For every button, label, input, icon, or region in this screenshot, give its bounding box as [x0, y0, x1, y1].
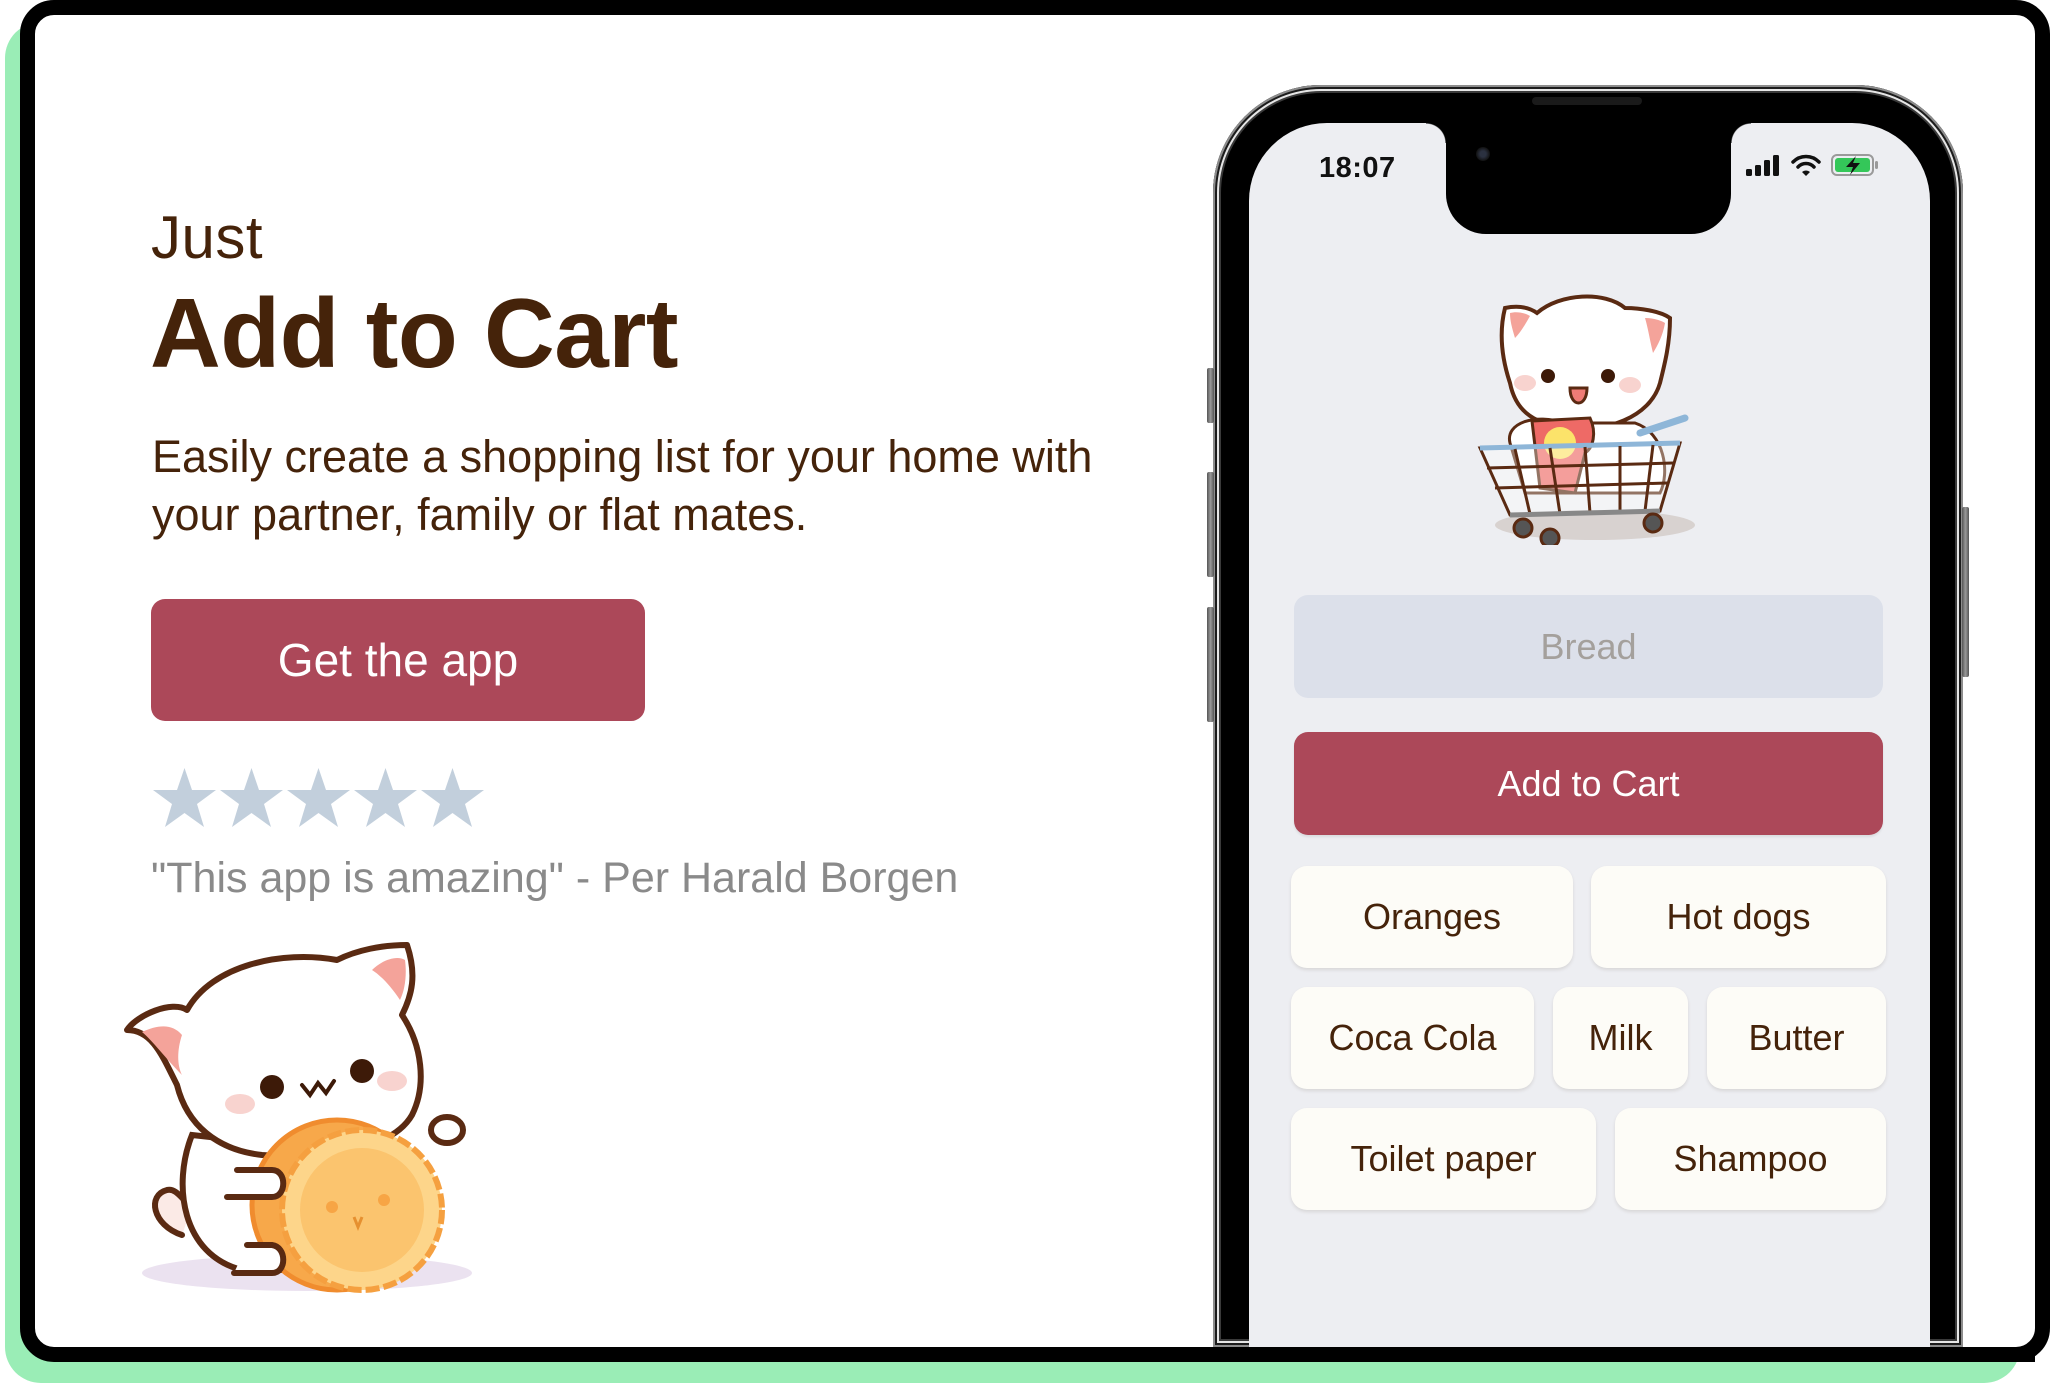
star-icon [220, 768, 283, 827]
cat-mooncake-illustration [124, 942, 472, 1293]
cat-cart-illustration [1477, 294, 1695, 545]
testimonial-quote: "This app is amazing" - Per Harald Borge… [151, 854, 959, 902]
shopping-cart [1477, 440, 1683, 518]
volume-down-button [1207, 607, 1214, 722]
star-icon [153, 768, 216, 827]
item-chip-toilet-paper[interactable]: Toilet paper [1291, 1108, 1596, 1210]
item-chip-hot-dogs[interactable]: Hot dogs [1591, 866, 1886, 968]
frame-bottom-edge [1100, 1362, 2035, 1388]
mute-switch [1207, 368, 1214, 423]
item-chip-oranges[interactable]: Oranges [1291, 866, 1573, 968]
get-the-app-button[interactable]: Get the app [151, 599, 645, 721]
cart-wheel [1642, 512, 1664, 534]
star-icon [421, 768, 484, 827]
cart-wheel [1512, 517, 1534, 539]
wifi-icon [1791, 154, 1821, 176]
hero-title: Add to Cart [150, 278, 679, 388]
mooncake-center [300, 1148, 424, 1272]
power-button [1962, 507, 1969, 677]
status-time: 18:07 [1319, 152, 1396, 184]
rating-stars [151, 766, 486, 828]
add-to-cart-button[interactable]: Add to Cart [1294, 732, 1883, 835]
star-icon [354, 768, 417, 827]
item-chip-shampoo[interactable]: Shampoo [1615, 1108, 1886, 1210]
cellular-signal-icon [1746, 154, 1779, 176]
hero-description: Easily create a shopping list for your h… [152, 431, 1093, 540]
item-chip-milk[interactable]: Milk [1553, 987, 1688, 1089]
cat-blush-left [1514, 375, 1536, 391]
star-icon [287, 768, 350, 827]
notch [1426, 123, 1751, 234]
cat-eye-left [1541, 369, 1555, 383]
cat-eye-right [350, 1059, 374, 1083]
cat-mouth [1568, 386, 1589, 405]
status-icons [1746, 154, 1879, 176]
item-chip-butter[interactable]: Butter [1707, 987, 1886, 1089]
item-chip-coca-cola[interactable]: Coca Cola [1291, 987, 1534, 1089]
frame-bottom-border [1100, 1347, 2035, 1362]
cat-eye-left [260, 1075, 284, 1099]
volume-up-button [1207, 472, 1214, 577]
battery-charging-icon [1831, 154, 1878, 176]
cat-blush-right [1619, 377, 1641, 393]
cat-blush-left [225, 1094, 255, 1114]
front-camera [1476, 147, 1490, 161]
hero-kicker: Just [151, 204, 264, 271]
mooncake-eye-left [326, 1201, 338, 1213]
earpiece-speaker [1532, 97, 1642, 105]
cat-blush-right [377, 1071, 407, 1091]
cart-handle [1636, 414, 1689, 437]
item-input[interactable] [1294, 595, 1883, 698]
cat-eye-right [1601, 369, 1615, 383]
cat-paw-top [428, 1114, 466, 1146]
cat-ear-left-inner [142, 1026, 182, 1075]
cart-wheel [1539, 527, 1561, 545]
mooncake-eye-right [378, 1194, 390, 1206]
phone-screen: 18:07 Bread Add to Cart Oranges Hot dogs… [1249, 123, 1930, 1347]
